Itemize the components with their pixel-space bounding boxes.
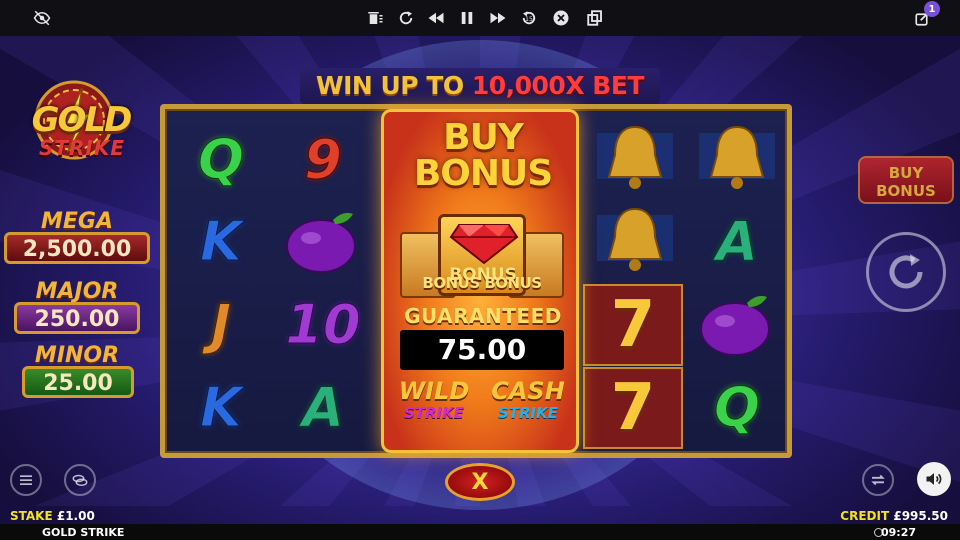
reel-symbol-q: Q <box>198 127 245 191</box>
cash-strike-line2: STRIKE <box>497 404 559 422</box>
jackpot-mega-value: 2,500.00 <box>4 232 150 264</box>
fast-forward-icon[interactable] <box>488 8 508 28</box>
logo-line2: STRIKE <box>38 136 126 160</box>
reel-symbol-a: A <box>716 209 759 273</box>
replay-icon[interactable] <box>396 8 416 28</box>
reel-symbol-j: J <box>210 292 232 356</box>
autoplay-icon <box>871 474 885 486</box>
top-toolbar: 15 1 <box>0 0 960 36</box>
spin-icon <box>889 254 923 289</box>
menu-button[interactable] <box>10 464 42 496</box>
logo-line1: GOLD <box>31 100 133 140</box>
notification-badge: 1 <box>924 1 940 17</box>
stake-button[interactable] <box>64 464 96 496</box>
reel-symbol-a: A <box>302 375 345 439</box>
buy-bonus-line1: BUY <box>888 164 924 182</box>
pause-icon[interactable] <box>457 8 477 28</box>
close-circle-icon[interactable] <box>551 8 571 28</box>
ruby-icon <box>449 224 519 265</box>
jackpot-major: MAJOR 250.00 <box>4 278 150 336</box>
eye-off-icon[interactable] <box>32 8 52 28</box>
wild-strike-line1: WILD <box>398 377 470 405</box>
bell-icon <box>585 201 685 281</box>
coins-icon <box>72 474 88 486</box>
buy-bonus-panel[interactable]: BUY BONUS BONUS BONUS BONUS GUARANTEED 7… <box>381 109 579 453</box>
credit-label: CREDIT <box>840 509 894 523</box>
bonus-price[interactable]: 75.00 <box>400 330 564 370</box>
reel-symbol-9: 9 <box>304 127 343 191</box>
skip-back-icon[interactable]: 15 <box>519 8 539 28</box>
rewind-icon[interactable] <box>426 8 446 28</box>
reel-symbol-q: Q <box>714 375 761 439</box>
wild-strike-line2: STRIKE <box>403 404 465 422</box>
win-banner: WIN UP TO 10,000X BET <box>300 68 660 104</box>
wild-strike-badge: WILD STRIKE <box>390 377 478 438</box>
reel-symbol-10: 10 <box>285 292 361 356</box>
reel-symbol-7: 7 <box>583 284 683 366</box>
credit-value: £995.50 <box>893 509 948 523</box>
trash-icon[interactable] <box>365 8 385 28</box>
bell-icon <box>585 119 685 199</box>
bonus-side-text: BONUS BONUS <box>422 274 542 292</box>
game-logo: GOLD STRIKE <box>4 80 154 180</box>
reel-symbol-k: K <box>200 209 243 273</box>
plum-icon <box>273 201 373 281</box>
game-name: GOLD STRIKE <box>42 526 125 539</box>
buy-bonus-line2: BONUS <box>876 182 936 200</box>
cash-strike-line1: CASH <box>491 377 565 405</box>
credit-display: CREDIT £995.50 <box>840 509 948 523</box>
menu-icon <box>20 475 32 485</box>
jackpot-major-value: 250.00 <box>14 302 140 334</box>
spin-button[interactable] <box>866 232 946 312</box>
buy-title-line2: BONUS <box>413 153 553 194</box>
banner-prefix: WIN UP TO <box>316 71 472 100</box>
stake-display: STAKE £1.00 <box>10 509 95 523</box>
cash-strike-badge: CASH STRIKE <box>484 377 572 438</box>
stake-value: £1.00 <box>56 509 95 523</box>
buy-bonus-title: BUY BONUS <box>384 120 582 192</box>
speaker-icon <box>926 473 942 485</box>
buy-title-line1: BUY <box>443 117 524 158</box>
jackpot-minor-value: 25.00 <box>22 366 134 398</box>
reel-symbol-k: K <box>200 375 243 439</box>
clock-time: 09:27 <box>880 526 916 539</box>
svg-text:15: 15 <box>525 16 533 23</box>
guaranteed-label: GUARANTEED <box>404 304 562 328</box>
copy-icon[interactable] <box>585 8 605 28</box>
stake-label: STAKE <box>10 509 57 523</box>
reel-symbol-7: 7 <box>583 367 683 449</box>
close-button[interactable]: X <box>445 463 515 501</box>
autoplay-button[interactable] <box>862 464 894 496</box>
banner-highlight: 10,000X BET <box>471 71 645 100</box>
jackpot-minor: MINOR 25.00 <box>4 342 150 400</box>
game-stage: 15 1 WIN UP TO 10,000X BET GOLD STRIKE M… <box>0 0 960 540</box>
plum-icon <box>687 284 787 364</box>
bell-icon <box>687 119 787 199</box>
sound-button[interactable] <box>917 462 951 496</box>
bonus-cards: BONUS BONUS BONUS <box>396 210 568 304</box>
bottom-bar <box>0 524 960 540</box>
jackpot-mega: MEGA 2,500.00 <box>4 208 150 266</box>
buy-bonus-button[interactable]: BUY BONUS <box>858 156 954 204</box>
